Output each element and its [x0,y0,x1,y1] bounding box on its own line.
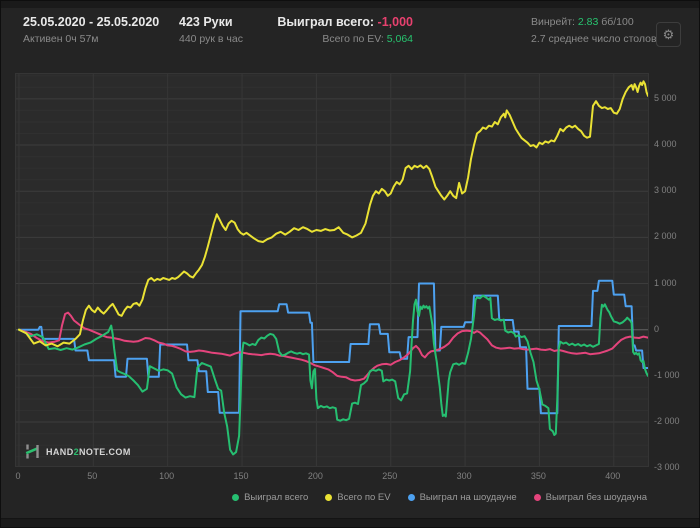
x-tick-label: 350 [530,471,546,481]
hand2note-logo: HAND2NOTE.COM [25,444,131,459]
x-tick-label: 250 [382,471,398,481]
hands-block: 423 Руки 440 рук в час [179,14,243,48]
y-tick-label: 0 [654,323,660,334]
x-tick-label: 400 [605,471,621,481]
legend-label: Всего по EV [337,492,391,503]
won-total-value: -1,000 [377,15,413,29]
won-total-line: Выиграл всего: -1,000 [251,14,413,31]
legend-item-ev[interactable]: Всего по EV [325,492,391,503]
x-tick-label: 0 [15,471,21,481]
ev-total-value: 5,064 [386,33,413,45]
y-tick-label: 4 000 [654,139,677,150]
top-strip [1,1,699,8]
date-range-block: 25.05.2020 - 25.05.2020 Активен 0ч 57м [23,14,159,48]
legend-label: Выиграл без шоудауна [545,492,647,503]
x-tick-label: 100 [159,471,175,481]
legend-item-total[interactable]: Выиграл всего [232,492,308,503]
hand2note-logo-icon [25,444,39,459]
winrate-label: Винрейт: [531,16,578,28]
y-tick-label: 2 000 [654,231,677,242]
x-tick-label: 300 [456,471,472,481]
hands-per-hour: 440 рук в час [179,33,243,45]
hand2note-session-graph-window: 25.05.2020 - 25.05.2020 Активен 0ч 57м 4… [0,0,700,528]
y-tick-label: -3 000 [654,462,680,473]
legend-item-showdown[interactable]: Выиграл на шоудауне [407,492,517,503]
active-time: Активен 0ч 57м [23,33,99,45]
winrate-line: Винрейт: 2.83 бб/100 [531,14,657,31]
legend: Выиграл всего Всего по EV Выиграл на шоу… [232,492,647,503]
session-graph [16,74,648,466]
winrate-unit: бб/100 [598,16,634,28]
legend-dot [232,494,240,501]
legend-label: Выиграл на шоудауне [419,492,517,503]
avg-tables: 2.7 среднее число столов [531,33,657,45]
legend-dot [533,494,541,501]
y-tick-label: -2 000 [654,416,680,427]
legend-item-nonshowdown[interactable]: Выиграл без шоудауна [533,492,647,503]
series-line-Выиграл всего [18,294,648,456]
x-tick-label: 200 [307,471,323,481]
legend-label: Выиграл всего [244,492,309,503]
winrate-value: 2.83 [577,16,599,28]
ev-total-line: Всего по EV: 5,064 [251,31,413,48]
x-tick-label: 50 [87,471,98,481]
graph-plot-area[interactable] [15,73,649,467]
bottom-strip [1,518,699,527]
winnings-block: Выиграл всего: -1,000 Всего по EV: 5,064 [251,14,413,48]
legend-dot [325,494,333,501]
settings-gear-icon[interactable]: ⚙ [656,22,681,47]
ev-total-label: Всего по EV: [322,33,387,45]
hand2note-logo-text: HAND2NOTE.COM [46,446,131,457]
x-tick-label: 150 [233,471,249,481]
won-total-label: Выиграл всего: [277,15,378,29]
y-tick-label: -1 000 [654,369,680,380]
legend-dot [407,494,415,501]
y-tick-label: 1 000 [654,277,677,288]
y-tick-label: 3 000 [654,185,677,196]
date-range: 25.05.2020 - 25.05.2020 [23,15,160,29]
y-tick-label: 5 000 [654,92,677,103]
winrate-block: Винрейт: 2.83 бб/100 2.7 среднее число с… [531,14,657,48]
hands-count: 423 Руки [179,15,233,29]
